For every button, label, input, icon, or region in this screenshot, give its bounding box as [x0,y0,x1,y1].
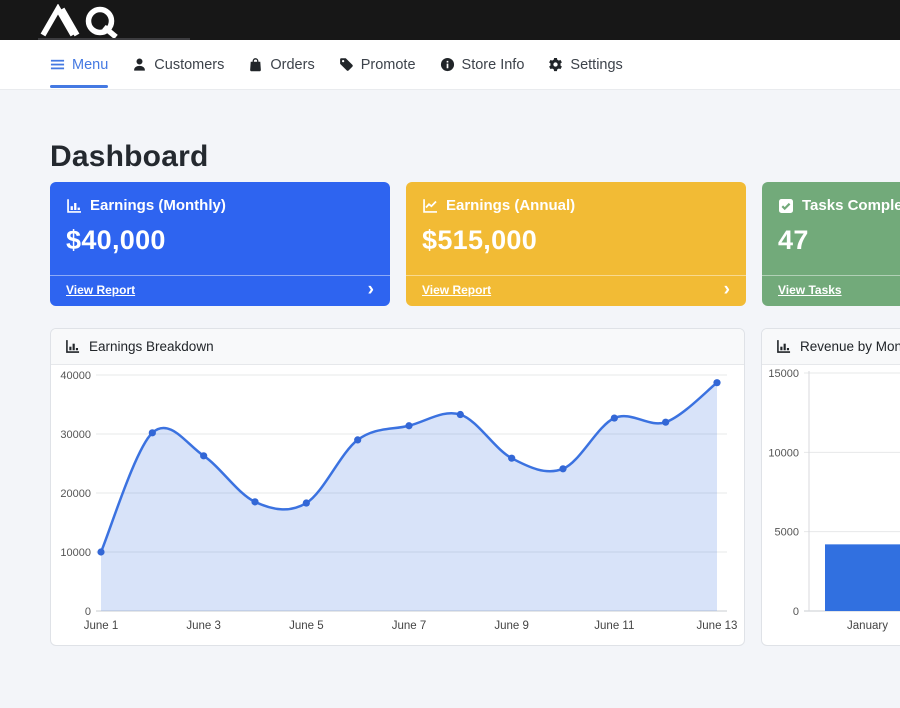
nav-item-label: Promote [361,57,416,73]
chevron-right-icon[interactable]: › [368,284,374,296]
nav-item-label: Settings [570,57,622,73]
svg-text:January: January [847,620,888,632]
svg-text:June 9: June 9 [494,620,529,632]
main-content: Dashboard Earnings (Monthly) $40,000 Vie… [0,140,900,646]
svg-text:10000: 10000 [768,447,799,459]
line-chart-icon [422,198,438,214]
earnings-breakdown-header: Earnings Breakdown [51,329,744,365]
page-title: Dashboard [50,140,900,174]
chart-title: Earnings Breakdown [89,339,214,354]
stat-card-title: Earnings (Monthly) [90,197,226,214]
earnings-breakdown-chart: 0 10000 20000 30000 40000 June 1 June 3 June 5 J… [51,365,744,646]
stat-card-footer[interactable]: View Report › [406,275,746,306]
svg-text:30000: 30000 [60,429,91,441]
bar-chart-icon [776,339,791,354]
nav-item-store-info[interactable]: Store Info [440,40,525,89]
revenue-by-month-chart: 0 5000 10000 15000 January [762,365,900,646]
gear-icon [548,57,563,72]
main-nav: Menu Customers Orders Promote Store Info [0,40,900,90]
svg-text:June 1: June 1 [84,620,119,632]
earnings-breakdown-card: Earnings Breakdown 0 10000 20000 30000 40000… [50,328,745,646]
svg-text:15000: 15000 [768,368,799,380]
nav-item-settings[interactable]: Settings [548,40,622,89]
svg-text:0: 0 [793,606,799,618]
chevron-right-icon[interactable]: › [724,284,730,296]
view-tasks-link[interactable]: View Tasks [778,283,842,297]
view-report-link[interactable]: View Report [422,283,491,297]
svg-text:10000: 10000 [60,547,91,559]
stat-cards-row: Earnings (Monthly) $40,000 View Report ›… [50,182,900,306]
person-icon [132,57,147,72]
svg-text:June 13: June 13 [697,620,738,632]
bag-icon [248,57,263,72]
charts-row: Earnings Breakdown 0 10000 20000 30000 40000… [50,328,900,646]
top-app-bar [0,0,900,40]
hamburger-icon [50,57,65,72]
svg-text:5000: 5000 [775,527,799,539]
chart-title: Revenue by Month [800,339,900,354]
stat-card-footer[interactable]: View Report › [50,275,390,306]
stat-card-value: $40,000 [66,225,374,256]
nav-item-label: Customers [154,57,224,73]
stat-card-title: Tasks Completed [802,197,900,214]
stat-card-tasks-completed: Tasks Completed 47 View Tasks › [762,182,900,306]
aq-logo-icon [38,4,134,38]
nav-item-orders[interactable]: Orders [248,40,314,89]
nav-item-label: Menu [72,57,108,73]
svg-text:June 11: June 11 [594,620,634,632]
nav-item-customers[interactable]: Customers [132,40,224,89]
nav-item-label: Orders [270,57,314,73]
bar-chart-icon [66,198,82,214]
nav-item-promote[interactable]: Promote [339,40,416,89]
brand-logo[interactable] [38,4,190,40]
view-report-link[interactable]: View Report [66,283,135,297]
stat-card-footer[interactable]: View Tasks › [762,275,900,306]
info-icon [440,57,455,72]
svg-text:40000: 40000 [60,370,91,382]
bar-chart-icon [65,339,80,354]
stat-card-earnings-monthly: Earnings (Monthly) $40,000 View Report › [50,182,390,306]
stat-card-title: Earnings (Annual) [446,197,575,214]
nav-item-label: Store Info [462,57,525,73]
svg-text:0: 0 [85,606,91,618]
active-tab-underline [50,85,108,88]
svg-text:June 5: June 5 [289,620,324,632]
stat-card-earnings-annual: Earnings (Annual) $515,000 View Report › [406,182,746,306]
tag-icon [339,57,354,72]
stat-card-value: $515,000 [422,225,730,256]
nav-item-menu[interactable]: Menu [50,40,108,89]
check-square-icon [778,198,794,214]
svg-text:June 7: June 7 [392,620,427,632]
svg-text:June 3: June 3 [186,620,221,632]
svg-text:20000: 20000 [60,488,91,500]
stat-card-value: 47 [778,225,900,256]
revenue-by-month-card: Revenue by Month 0 5000 10000 15000 January [761,328,900,646]
revenue-by-month-header: Revenue by Month [762,329,900,365]
